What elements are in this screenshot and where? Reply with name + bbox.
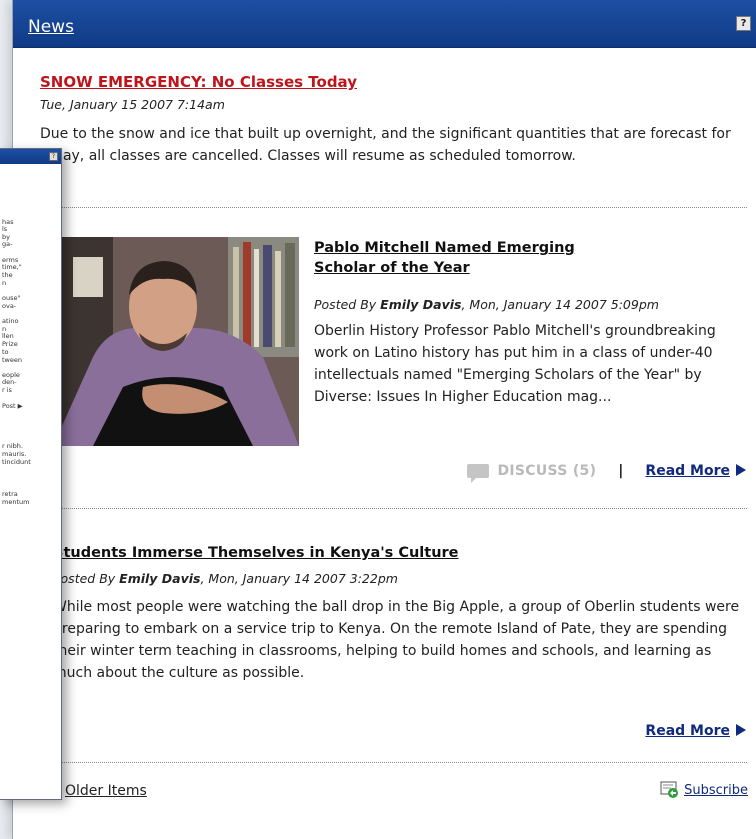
item2-body: Oberlin History Professor Pablo Mitchell… xyxy=(314,323,716,405)
item2-date: , Mon, January 14 2007 5:09pm xyxy=(461,297,659,312)
posted-by-label: Posted By xyxy=(53,571,120,586)
divider xyxy=(53,207,747,208)
photo-pablo-mitchell xyxy=(53,237,299,446)
background-text-line: n xyxy=(2,279,7,287)
background-window[interactable]: ? has ls by ga-erms time," the n ouse" ova-atino… xyxy=(0,148,62,800)
discuss-button[interactable]: DISCUSS (5) xyxy=(467,463,597,483)
arrow-right-icon xyxy=(736,724,746,736)
background-text-line: ga- xyxy=(2,240,13,248)
headline-kenya[interactable]: Students Immerse Themselves in Kenya's C… xyxy=(53,545,459,561)
older-items-link[interactable]: Older Items xyxy=(65,783,147,799)
subscribe-icon xyxy=(660,781,680,799)
background-text-line: mentum xyxy=(2,498,30,506)
subscribe-label: Subscribe xyxy=(684,782,748,798)
item2-meta: Posted By Emily Davis, Mon, January 14 2… xyxy=(314,297,756,312)
read-more-link[interactable]: Read More xyxy=(645,463,746,479)
background-text-line: ova- xyxy=(2,302,17,310)
item1-body: Due to the snow and ice that built up ov… xyxy=(40,126,731,164)
arrow-right-icon xyxy=(736,464,746,476)
background-text-line: tincidunt xyxy=(2,458,31,466)
read-more-label: Read More xyxy=(645,723,730,739)
help-button[interactable]: ? xyxy=(49,152,58,161)
window-titlebar: News ? xyxy=(13,0,756,48)
item2-actions: DISCUSS (5) | Read More xyxy=(467,463,746,483)
divider xyxy=(53,762,747,763)
posted-by-label: Posted By xyxy=(314,297,381,312)
background-text-line: tween xyxy=(2,356,22,364)
subscribe-link[interactable]: Subscribe xyxy=(660,781,748,799)
item1-date: Tue, January 15 2007 7:14am xyxy=(40,97,225,112)
read-more-link[interactable]: Read More xyxy=(645,723,746,739)
background-window-titlebar: ? xyxy=(0,149,61,164)
item3-body: While most people were watching the ball… xyxy=(53,599,740,681)
divider xyxy=(53,508,747,509)
item3-meta: Posted By Emily Davis, Mon, January 14 2… xyxy=(53,571,398,586)
author-name: Emily Davis xyxy=(380,297,462,312)
separator: | xyxy=(618,463,624,479)
comment-bubble-icon xyxy=(467,464,490,483)
window-title[interactable]: News xyxy=(28,17,74,37)
headline-pablo-mitchell[interactable]: Pablo Mitchell Named Emerging Scholar of… xyxy=(314,238,634,278)
background-text-line: Post ▶ xyxy=(2,402,23,410)
item3-date: , Mon, January 14 2007 3:22pm xyxy=(200,571,398,586)
read-more-label: Read More xyxy=(645,463,730,479)
author-name: Emily Davis xyxy=(119,571,201,586)
background-text-line: r is xyxy=(2,386,12,394)
headline-snow-emergency[interactable]: SNOW EMERGENCY: No Classes Today xyxy=(40,73,357,91)
discuss-label: DISCUSS (5) xyxy=(497,463,597,479)
help-button[interactable]: ? xyxy=(736,16,751,31)
news-window: News ? SNOW EMERGENCY: No Classes Today … xyxy=(12,0,756,839)
